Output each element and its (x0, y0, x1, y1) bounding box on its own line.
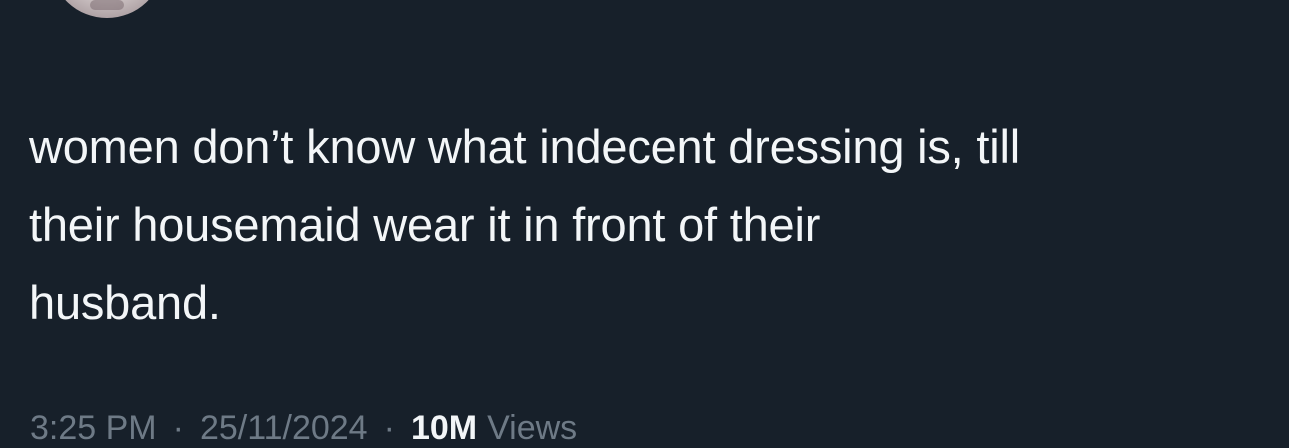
tweet-text-line: their housemaid wear it in front of thei… (29, 198, 821, 251)
avatar-image-detail (90, 0, 124, 10)
meta-separator: · (383, 408, 395, 447)
tweet-text-line: women don’t know what indecent dressing … (29, 120, 1020, 173)
views-label: Views (487, 408, 578, 447)
tweet-text: women don’t know what indecent dressing … (29, 108, 1269, 342)
tweet-meta: 3:25 PM · 25/11/2024 · 10M Views (30, 408, 577, 448)
views-count: 10M (410, 408, 478, 447)
tweet-date[interactable]: 25/11/2024 (200, 409, 368, 448)
tweet-time[interactable]: 3:25 PM (30, 409, 157, 448)
tweet-text-line: husband. (29, 276, 221, 329)
meta-separator: · (172, 408, 184, 447)
avatar[interactable] (52, 0, 162, 18)
